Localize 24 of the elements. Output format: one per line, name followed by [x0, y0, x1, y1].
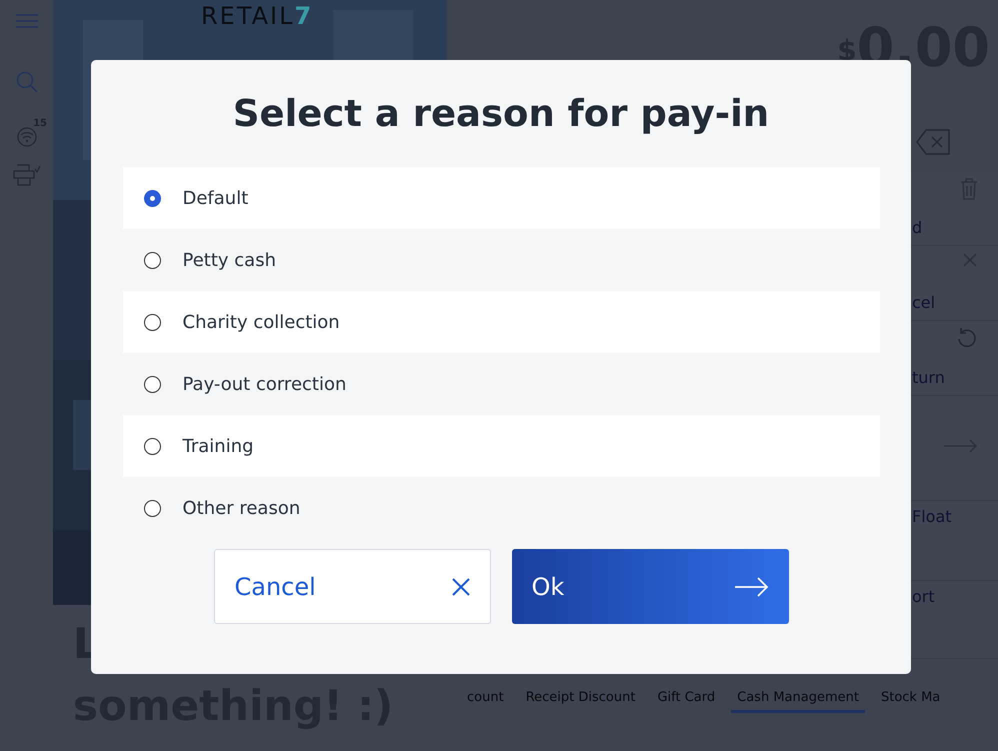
radio-button[interactable] [144, 314, 160, 330]
close-icon [452, 578, 470, 596]
radio-button[interactable] [144, 190, 160, 206]
radio-button[interactable] [144, 438, 160, 454]
reason-option[interactable]: Pay-out correction [122, 353, 880, 415]
reason-option[interactable]: Petty cash [122, 229, 880, 291]
dialog-title: Select a reason for pay-in [232, 92, 770, 135]
arrow-icon [734, 576, 768, 596]
reason-option[interactable]: Default [122, 167, 880, 229]
logo: RETAIL7 [201, 2, 314, 30]
tab[interactable]: Gift Card [651, 690, 722, 713]
tab[interactable]: Cash Management [731, 690, 865, 713]
reason-option[interactable]: Training [122, 415, 880, 477]
undo-icon [956, 327, 978, 349]
radio-button[interactable] [144, 252, 160, 268]
cancel-button[interactable]: Cancel [214, 549, 490, 624]
radio-button[interactable] [144, 376, 160, 392]
tab[interactable]: count [461, 690, 510, 713]
radio-button[interactable] [144, 500, 160, 516]
reason-option[interactable]: Other reason [122, 477, 880, 539]
tab[interactable]: Receipt Discount [520, 690, 642, 713]
tab[interactable]: Stock Ma [874, 690, 946, 713]
ok-button[interactable]: Ok [512, 549, 788, 624]
reason-option[interactable]: Charity collection [122, 291, 880, 353]
